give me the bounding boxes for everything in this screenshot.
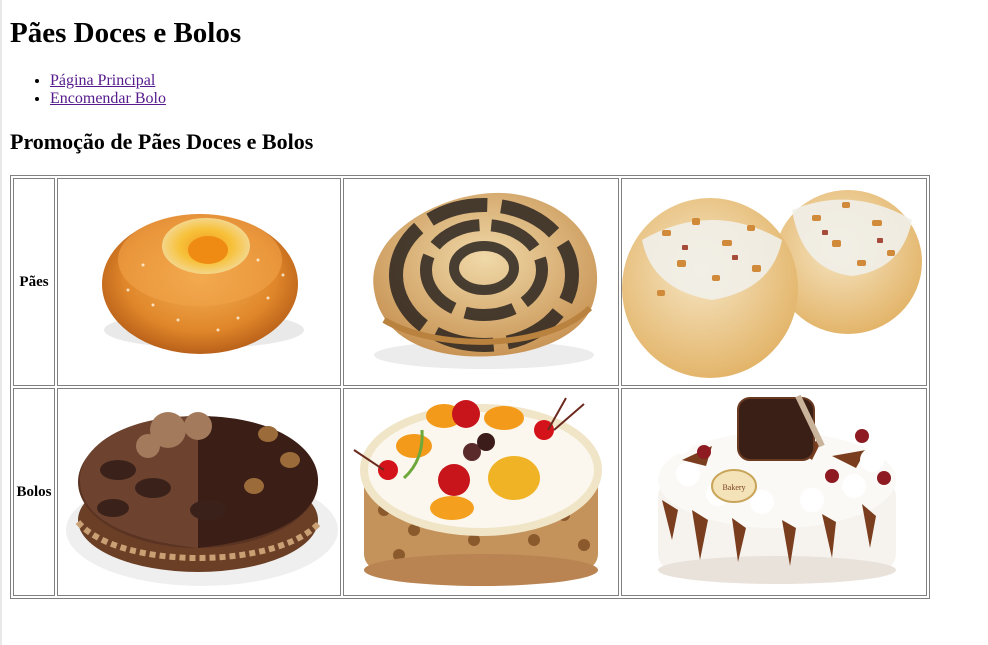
nav-item-order: Encomendar Bolo [50,90,988,108]
fruit-cake-icon [353,397,602,586]
poppy-seed-roll-icon [373,192,598,369]
table-row: Pães [13,178,927,386]
page: Pães Doces e Bolos Página Principal Enco… [2,0,988,599]
nut-topped-buns-icon [622,190,922,378]
row-header-bolos: Bolos [13,388,55,596]
nav-item-home: Página Principal [50,72,988,90]
order-cake-link[interactable]: Encomendar Bolo [50,90,166,107]
home-link[interactable]: Página Principal [50,72,155,89]
chocolate-cake-icon [66,412,338,586]
cake-image-cell [343,388,619,596]
table-row: Bolos Bakery [13,388,927,596]
cake-image-cell: Bakery [621,388,927,596]
page-title: Pães Doces e Bolos [10,17,242,49]
black-forest-cake-icon: Bakery [658,394,896,584]
cake-badge-text: Bakery [722,483,745,492]
pastry-image-cell [57,178,341,386]
main-nav: Página Principal Encomendar Bolo [10,72,988,108]
section-title: Promoção de Pães Doces e Bolos [10,129,314,154]
row-header-paes: Pães [13,178,55,386]
promo-table: Pães Bolos Bakery [10,175,930,599]
cake-image-cell [57,388,341,596]
pastry-image-cell [343,178,619,386]
pastry-image-cell [621,178,927,386]
danish-pastry-icon [102,214,304,354]
